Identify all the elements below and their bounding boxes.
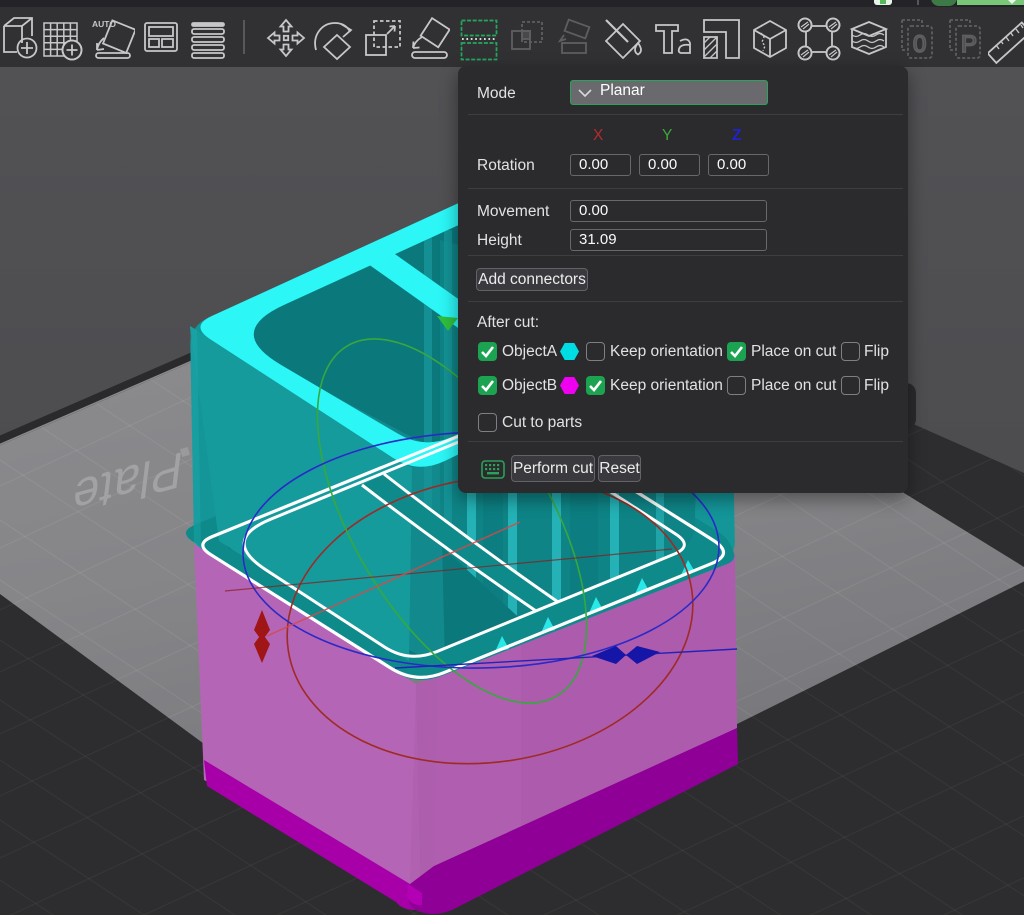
svg-text:P: P bbox=[961, 31, 977, 58]
svg-text:0: 0 bbox=[913, 31, 926, 58]
